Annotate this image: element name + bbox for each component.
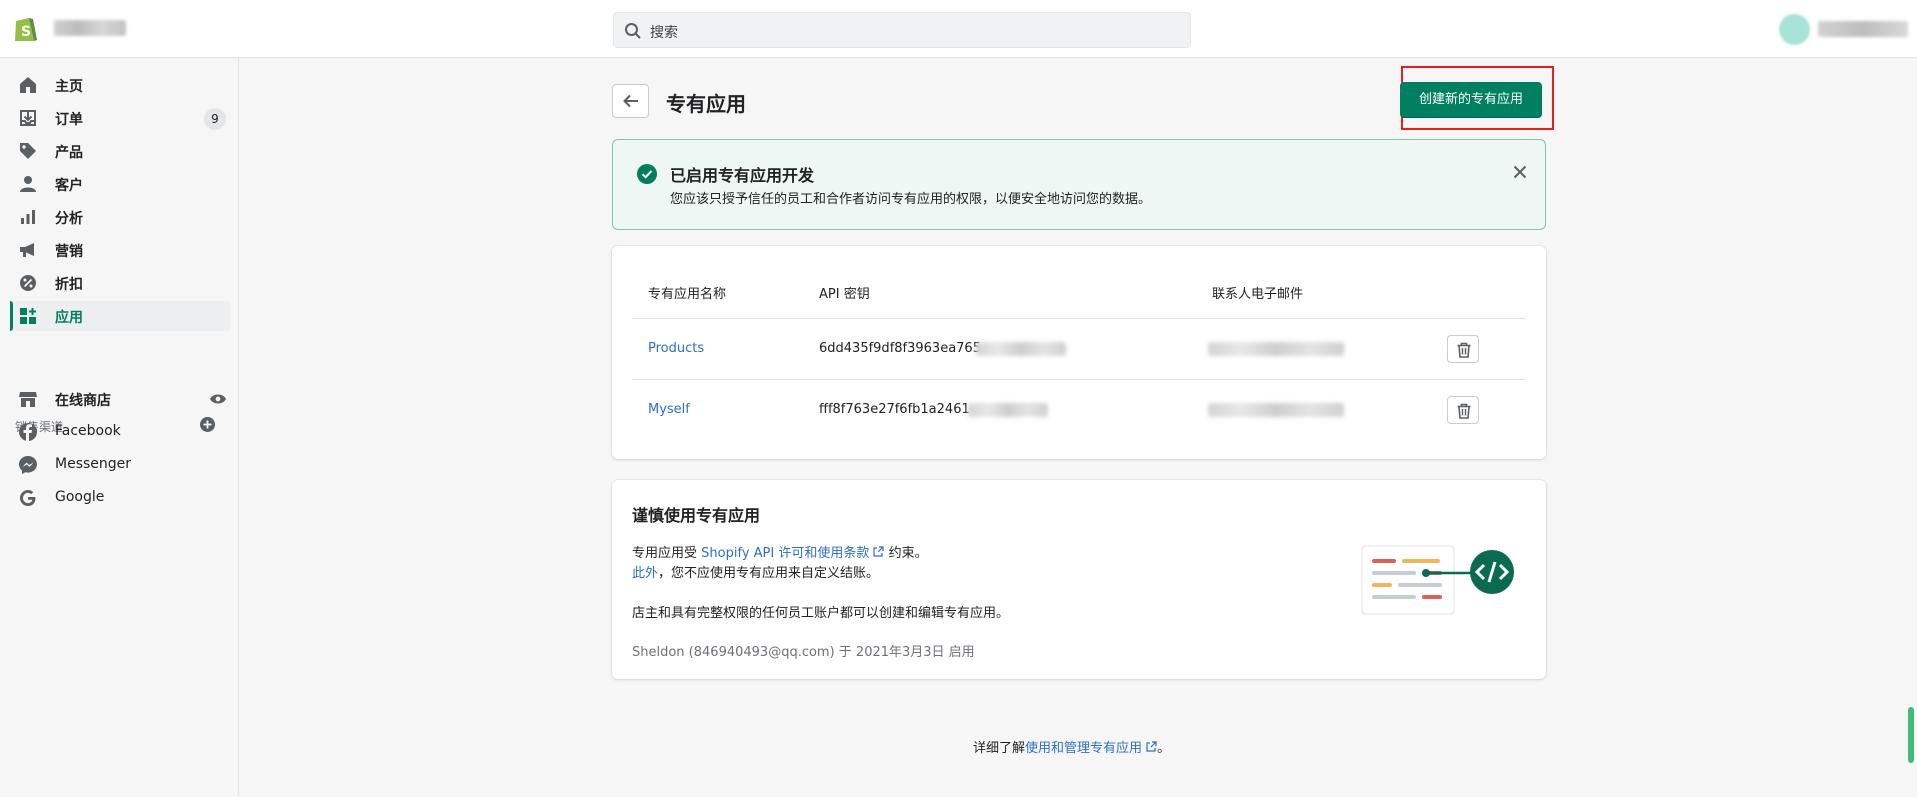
facebook-icon (19, 423, 37, 441)
sidebar-item-customers[interactable]: 客户 (10, 169, 230, 199)
checkout-line: 此外，您不应使用专有应用来自定义结账。 (632, 562, 879, 581)
orders-count-badge: 9 (204, 108, 226, 130)
store-icon (19, 392, 37, 407)
back-button[interactable] (612, 84, 649, 118)
svg-text:S: S (21, 24, 31, 40)
megaphone-icon (20, 243, 34, 257)
sidebar-item-label: 分析 (55, 211, 83, 227)
api-terms-link[interactable]: Shopify API 许可和使用条款 (701, 546, 869, 561)
eye-icon[interactable] (209, 393, 227, 405)
arrow-left-icon (623, 94, 638, 108)
sidebar-item-label: 营销 (55, 244, 83, 260)
sidebar-item-label: 客户 (55, 178, 83, 194)
sidebar-item-facebook[interactable]: Facebook (10, 417, 230, 447)
top-bar: S 搜索 (0, 0, 1917, 58)
close-icon[interactable] (1510, 162, 1530, 182)
sidebar-item-google[interactable]: Google (10, 483, 230, 513)
delete-button[interactable] (1447, 396, 1479, 424)
search-input[interactable]: 搜索 (613, 12, 1191, 48)
terms-prefix: 专用应用受 (632, 546, 698, 561)
create-private-app-button[interactable]: 创建新的专有应用 (1400, 82, 1542, 118)
api-key-value: 6dd435f9df8f3963ea765 (819, 341, 981, 356)
page-title: 专有应用 (666, 92, 746, 116)
redacted-api-key (976, 342, 1066, 356)
app-link-products[interactable]: Products (648, 341, 704, 356)
external-link-icon (873, 546, 885, 557)
search-placeholder: 搜索 (650, 25, 678, 41)
sidebar-item-discounts[interactable]: 折扣 (10, 268, 230, 298)
sidebar-item-online-store[interactable]: 在线商店 (10, 384, 230, 414)
avatar[interactable] (1779, 14, 1810, 45)
shopify-logo-icon[interactable]: S (12, 14, 38, 44)
redacted-email (1208, 342, 1344, 356)
check-circle-icon (637, 164, 657, 184)
sidebar-item-analytics[interactable]: 分析 (10, 202, 230, 232)
trash-icon (1457, 342, 1471, 358)
sidebar-item-label: Facebook (55, 423, 121, 439)
delete-button[interactable] (1447, 335, 1479, 363)
row-divider (632, 318, 1526, 319)
terms-line: 专用应用受 Shopify API 许可和使用条款 约束。 (632, 542, 928, 561)
sidebar-item-label: 主页 (55, 79, 83, 95)
banner-title: 已启用专有应用开发 (670, 166, 815, 185)
sidebar-item-orders[interactable]: 订单 9 (10, 103, 230, 133)
footer-prefix: 详细了解 (973, 741, 1026, 756)
terms-suffix: 约束。 (888, 546, 928, 561)
banner-text: 您应该只授予信任的员工和合作者访问专有应用的权限，以便安全地访问您的数据。 (670, 192, 1152, 207)
orders-icon (20, 110, 36, 126)
search-icon (625, 23, 641, 39)
success-banner: 已启用专有应用开发 您应该只授予信任的员工和合作者访问专有应用的权限，以便安全地… (612, 139, 1546, 230)
sidebar-item-label: Messenger (55, 456, 132, 472)
active-indicator (10, 301, 13, 331)
sidebar-item-label: 折扣 (55, 277, 83, 293)
sidebar-item-products[interactable]: 产品 (10, 136, 230, 166)
sidebar-item-marketing[interactable]: 营销 (10, 235, 230, 265)
column-header-email: 联系人电子邮件 (1212, 287, 1304, 302)
sidebar-item-label: 在线商店 (55, 393, 111, 409)
permissions-line: 店主和具有完整权限的任何员工账户都可以创建和编辑专有应用。 (632, 606, 1010, 621)
store-name[interactable] (54, 20, 126, 36)
trash-icon (1457, 403, 1471, 419)
sidebar-item-home[interactable]: 主页 (10, 70, 230, 100)
sidebar-item-apps[interactable]: 应用 (10, 301, 230, 331)
google-icon (20, 490, 36, 506)
sidebar-item-label: Google (55, 489, 105, 505)
column-header-api-key: API 密钥 (819, 287, 870, 302)
user-name[interactable] (1818, 21, 1908, 37)
apps-icon (20, 308, 36, 324)
discount-icon (20, 275, 36, 291)
sidebar: 主页 订单 9 产品 客户 分析 营销 折扣 应用 销售渠道 在线商店 Face… (0, 58, 239, 797)
column-header-name: 专有应用名称 (648, 287, 727, 302)
redacted-email (1208, 403, 1344, 417)
manage-apps-link[interactable]: 使用和管理专有应用 (1025, 741, 1142, 756)
footer-suffix: 。 (1157, 741, 1171, 756)
learn-more-footer: 详细了解使用和管理专有应用 。 (973, 737, 1170, 756)
redacted-api-key (968, 403, 1048, 417)
scrollbar[interactable] (1908, 707, 1914, 763)
checkout-prefix: 此外 (632, 566, 659, 581)
usage-info-card: 谨慎使用专有应用 专用应用受 Shopify API 许可和使用条款 约束。 此… (612, 480, 1546, 679)
home-icon (20, 77, 36, 93)
sidebar-item-messenger[interactable]: Messenger (10, 450, 230, 480)
messenger-icon (19, 456, 37, 474)
sidebar-item-label: 订单 (55, 112, 83, 128)
external-link-icon (1146, 741, 1157, 752)
customer-icon (20, 176, 36, 192)
sidebar-item-label: 产品 (55, 145, 83, 161)
code-illustration-icon (1361, 545, 1514, 615)
app-link-myself[interactable]: Myself (648, 402, 690, 417)
api-key-value: fff8f763e27f6fb1a2461 (819, 402, 970, 417)
private-apps-table: 专有应用名称 API 密钥 联系人电子邮件 Products 6dd435f9d… (612, 246, 1546, 459)
card-title: 谨慎使用专有应用 (632, 506, 761, 525)
sidebar-item-label: 应用 (55, 310, 83, 326)
row-divider (632, 379, 1526, 380)
analytics-icon (21, 210, 35, 224)
tag-icon (20, 143, 36, 159)
checkout-suffix: ，您不应使用专有应用来自定义结账。 (658, 566, 880, 581)
enabled-by-text: Sheldon (846940493@qq.com) 于 2021年3月3日 启… (632, 645, 975, 660)
